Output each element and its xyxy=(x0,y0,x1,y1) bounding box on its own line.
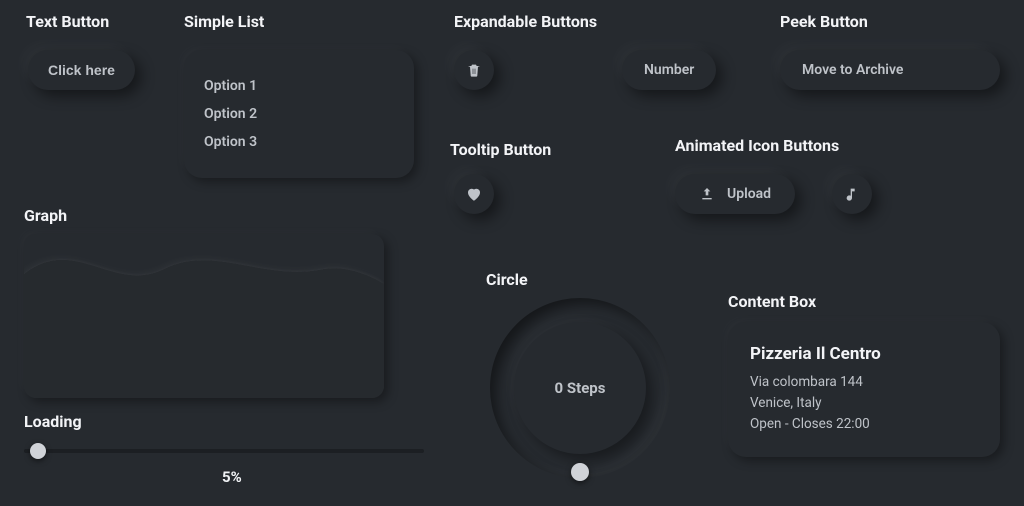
heart-button[interactable] xyxy=(454,174,494,214)
text-button-heading: Text Button xyxy=(26,12,109,31)
content-box-title: Pizzeria Il Centro xyxy=(750,344,978,364)
circle-label: 0 Steps xyxy=(490,298,670,478)
content-box-heading: Content Box xyxy=(728,292,816,311)
loading-heading: Loading xyxy=(24,412,82,431)
upload-button-label: Upload xyxy=(727,186,771,202)
heart-icon xyxy=(465,185,483,203)
loading-track[interactable] xyxy=(24,449,424,453)
graph-heading: Graph xyxy=(24,206,67,225)
list-item[interactable]: Option 3 xyxy=(204,128,394,156)
loading-percent: 5% xyxy=(222,468,242,486)
trash-icon xyxy=(466,62,482,78)
circle-widget: 0 Steps xyxy=(490,298,670,488)
circle-heading: Circle xyxy=(486,270,528,289)
peek-button-label: Move to Archive xyxy=(802,62,903,78)
content-box-line: Open - Closes 22:00 xyxy=(750,414,978,435)
circle-knob[interactable] xyxy=(571,463,589,481)
expandable-heading: Expandable Buttons xyxy=(454,12,597,31)
peek-heading: Peek Button xyxy=(780,12,868,31)
upload-icon xyxy=(699,186,715,202)
content-box-line: Venice, Italy xyxy=(750,393,978,414)
music-button[interactable] xyxy=(832,174,872,214)
content-box-line: Via colombara 144 xyxy=(750,372,978,393)
graph-curve xyxy=(24,234,384,398)
number-button-label: Number xyxy=(644,62,694,78)
upload-button[interactable]: Upload xyxy=(675,174,795,214)
music-note-icon xyxy=(844,186,860,202)
loading-knob[interactable] xyxy=(30,443,46,459)
click-here-button[interactable]: Click here xyxy=(28,50,135,90)
move-to-archive-button[interactable]: Move to Archive xyxy=(780,50,1000,90)
trash-button[interactable] xyxy=(454,50,494,90)
graph-widget xyxy=(24,234,384,398)
list-item[interactable]: Option 2 xyxy=(204,100,394,128)
list-item[interactable]: Option 1 xyxy=(204,72,394,100)
content-box: Pizzeria Il Centro Via colombara 144 Ven… xyxy=(728,322,1000,457)
simple-list-heading: Simple List xyxy=(184,12,264,31)
simple-list: Option 1 Option 2 Option 3 xyxy=(184,50,414,178)
tooltip-heading: Tooltip Button xyxy=(450,140,551,159)
anim-icons-heading: Animated Icon Buttons xyxy=(675,136,839,155)
number-button[interactable]: Number xyxy=(622,50,716,90)
